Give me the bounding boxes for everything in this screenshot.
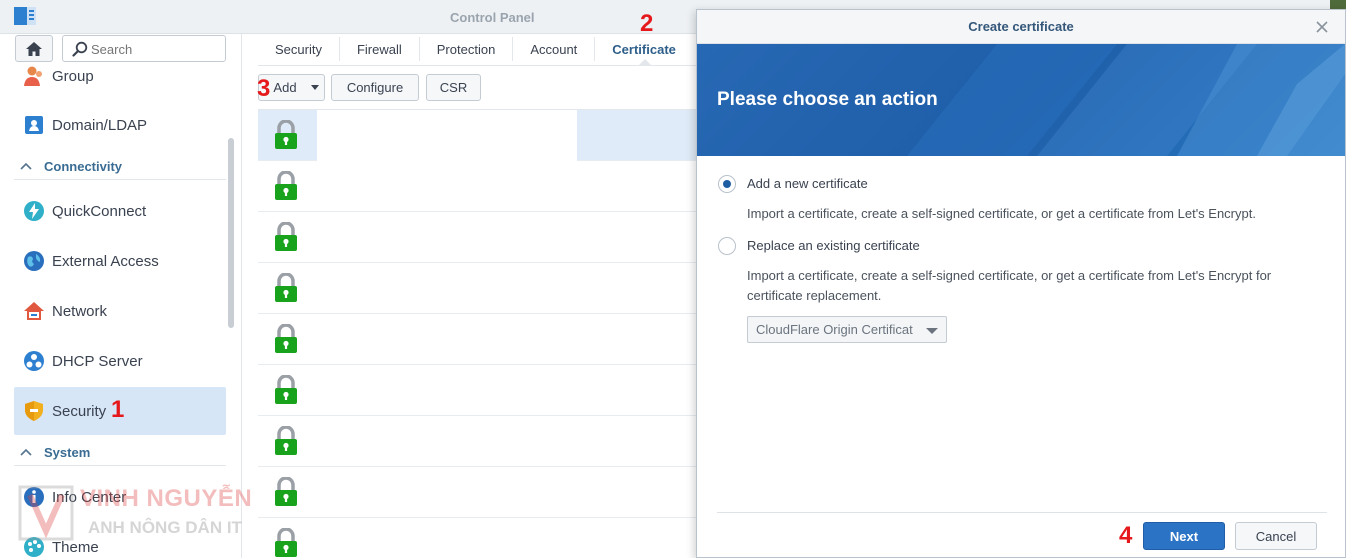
sidebar-item-domain-ldap[interactable]: Domain/LDAP [14,101,226,149]
certificate-row[interactable] [258,314,698,365]
chevron-down-icon [926,328,938,334]
dialog-title: Create certificate [968,19,1074,34]
certificate-row[interactable] [258,212,698,263]
certificate-row[interactable] [258,263,698,314]
lock-icon [275,324,297,353]
replace-existing-certificate-radio[interactable] [718,237,736,255]
annotation-step-4: 4 [1119,522,1133,549]
section-connectivity[interactable]: Connectivity [14,154,226,180]
replace-description-line-1: Import a certificate, create a self-sign… [747,268,1272,283]
add-new-certificate-description: Import a certificate, create a self-sign… [747,206,1256,221]
sidebar-item-label: DHCP Server [52,352,143,370]
configure-button-label: Configure [346,80,404,95]
configure-button[interactable]: Configure [331,74,419,101]
sidebar-item-label: Network [52,302,108,320]
dialog-banner: Please choose an action [697,44,1345,156]
certificate-select[interactable]: CloudFlare Origin Certificat [747,316,947,343]
chevron-up-icon [20,161,34,173]
active-tab-pointer [638,59,652,66]
annotation-step-2: 2 [640,10,654,37]
tab-security[interactable]: Security [258,37,340,61]
external-access-icon [22,249,46,273]
caret-down-icon [310,85,319,90]
tab-certificate[interactable]: Certificate [595,37,693,61]
sidebar-item-label: Security [52,402,107,420]
next-button[interactable]: Next [1143,522,1225,550]
sidebar: Group Domain/LDAP Connectivity QuickConn… [0,34,242,558]
certificate-row[interactable] [258,416,698,467]
tab-bar: Security Firewall Protection Account Cer… [258,34,698,66]
section-system[interactable]: System [14,440,226,466]
certificate-list [258,109,698,558]
quickconnect-icon [22,199,46,223]
network-icon [22,299,46,323]
sidebar-item-label: External Access [52,252,159,270]
csr-button[interactable]: CSR [426,74,481,101]
domain-ldap-icon [22,113,46,137]
info-center-icon [22,485,46,509]
lock-icon [275,171,297,200]
sidebar-item-group[interactable]: Group [14,52,226,100]
security-shield-icon [22,399,46,423]
dialog-footer-divider [717,512,1327,513]
section-label: System [44,445,91,460]
chevron-up-icon [20,447,34,459]
dialog-titlebar: Create certificate [697,10,1345,44]
annotation-step-3: 3 [257,75,271,102]
replace-description-line-2: certificate replacement. [747,288,882,303]
lock-icon [275,222,297,251]
add-dropdown-button[interactable] [305,74,325,101]
group-icon [22,64,46,88]
close-icon [1316,21,1328,33]
certificate-row[interactable] [258,110,698,161]
certificate-row[interactable] [258,161,698,212]
lock-icon [275,426,297,455]
create-certificate-dialog: Create certificate Please choose an acti… [696,9,1346,558]
replace-existing-certificate-label[interactable]: Replace an existing certificate [747,238,920,253]
dialog-heading: Please choose an action [717,89,938,110]
sidebar-item-quickconnect[interactable]: QuickConnect [14,187,226,235]
csr-button-label: CSR [439,80,468,95]
lock-icon [275,273,297,302]
control-panel-app-icon [14,7,36,25]
tab-protection[interactable]: Protection [420,37,514,61]
sidebar-item-external-access[interactable]: External Access [14,237,226,285]
sidebar-item-label: Group [52,67,94,85]
certificate-select-value: CloudFlare Origin Certificat [756,322,913,337]
lock-icon [275,477,297,506]
redacted-certificate-name [317,110,577,161]
theme-icon [22,535,46,558]
cancel-button[interactable]: Cancel [1235,522,1317,550]
sidebar-item-info-center[interactable]: Info Center [14,473,226,521]
sidebar-item-label: QuickConnect [52,202,147,220]
dhcp-server-icon [22,349,46,373]
sidebar-item-label: Domain/LDAP [52,116,148,134]
add-new-certificate-label[interactable]: Add a new certificate [747,176,868,191]
add-new-certificate-radio[interactable] [718,175,736,193]
dialog-close-button[interactable] [1313,18,1331,36]
tab-firewall[interactable]: Firewall [340,37,420,61]
sidebar-item-network[interactable]: Network [14,287,226,335]
sidebar-item-label: Theme [52,538,99,556]
add-button-label: Add [273,80,297,95]
lock-icon [275,120,297,149]
certificate-row[interactable] [258,467,698,518]
sidebar-scrollbar[interactable] [228,138,234,328]
sidebar-item-dhcp-server[interactable]: DHCP Server [14,337,226,385]
certificate-row[interactable] [258,365,698,416]
sidebar-item-theme[interactable]: Theme [14,523,226,558]
tab-account[interactable]: Account [513,37,596,61]
section-label: Connectivity [44,159,123,174]
lock-icon [275,375,297,404]
sidebar-item-label: Info Center [52,488,127,506]
lock-icon [275,528,297,557]
window-title: Control Panel [450,10,535,25]
annotation-step-1: 1 [111,396,125,423]
certificate-row[interactable] [258,518,698,558]
